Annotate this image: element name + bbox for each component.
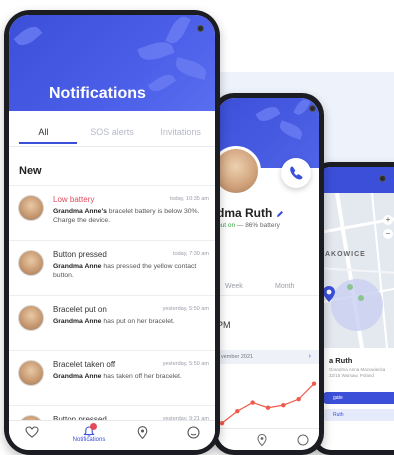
activity-chart bbox=[219, 381, 317, 426]
card-name: a Ruth bbox=[329, 356, 353, 365]
notification-time: yesterday, 5:50 am bbox=[162, 361, 209, 367]
profile-name: dma Ruth bbox=[217, 206, 284, 220]
notification-title: Bracelet put on bbox=[53, 305, 107, 314]
map-screen: AKOWICE + − a Ruth Grandma Anna Mazowiec… bbox=[317, 167, 394, 450]
leaf-decoration-icon bbox=[147, 70, 177, 96]
map-header bbox=[317, 167, 394, 193]
notification-time: yesterday, 5:50 am bbox=[162, 306, 209, 312]
profile-icon bbox=[187, 426, 200, 439]
chart-point bbox=[281, 402, 286, 408]
chart-point bbox=[250, 400, 255, 405]
avatar bbox=[18, 250, 44, 276]
phone-map-screen: AKOWICE + − a Ruth Grandma Anna Mazowiec… bbox=[312, 162, 394, 455]
bottom-nav: Notifications bbox=[9, 420, 215, 450]
map-district-label: AKOWICE bbox=[325, 251, 366, 258]
list-item[interactable]: Button pressed today, 7:30 am Grandma An… bbox=[9, 240, 215, 295]
leaf-decoration-icon bbox=[13, 22, 43, 50]
notification-body: Grandma Anne has put on her bracelet. bbox=[53, 318, 175, 325]
notifications-list: Low battery today, 10:35 am Grandma Anne… bbox=[9, 185, 215, 450]
nav-favorites[interactable] bbox=[25, 426, 39, 440]
chart-point bbox=[235, 408, 240, 414]
location-pin-icon bbox=[137, 426, 148, 440]
tab-month[interactable]: Month bbox=[275, 283, 294, 290]
notification-title: Button pressed bbox=[53, 250, 107, 259]
nav-location[interactable] bbox=[137, 426, 148, 441]
edit-pencil-icon[interactable] bbox=[276, 210, 284, 218]
list-item[interactable]: Bracelet taken off yesterday, 5:50 am Gr… bbox=[9, 350, 215, 405]
contact-button[interactable]: Ruth bbox=[323, 409, 394, 421]
location-pin-icon[interactable] bbox=[323, 286, 335, 302]
avatar bbox=[18, 195, 44, 221]
avatar bbox=[18, 360, 44, 386]
nav-notifications[interactable]: Notifications bbox=[67, 423, 111, 443]
nav-notifications-label: Notifications bbox=[72, 437, 106, 443]
leaf-decoration-icon bbox=[277, 120, 305, 140]
divider bbox=[217, 295, 319, 296]
chevron-right-icon[interactable]: › bbox=[309, 353, 311, 360]
leaf-decoration-icon bbox=[255, 103, 281, 125]
list-item[interactable]: Bracelet put on yesterday, 5:50 am Grand… bbox=[9, 295, 215, 350]
notifications-header: Notifications bbox=[9, 15, 215, 111]
chart-point bbox=[311, 381, 317, 386]
active-tab-indicator bbox=[19, 142, 77, 144]
notification-title: Bracelet taken off bbox=[53, 360, 116, 369]
profile-icon[interactable] bbox=[297, 434, 309, 446]
bottom-nav bbox=[217, 428, 319, 450]
call-button[interactable] bbox=[281, 158, 311, 188]
nav-profile[interactable] bbox=[187, 426, 200, 441]
notification-body: Grandma Anne has taken off her bracelet. bbox=[53, 373, 182, 380]
section-label: New bbox=[19, 165, 42, 177]
zoom-in-icon[interactable]: + bbox=[383, 215, 393, 225]
map-roads-icon bbox=[317, 193, 394, 348]
notification-time: today, 7:30 am bbox=[173, 251, 209, 257]
tab-sos-alerts[interactable]: SOS alerts bbox=[78, 123, 147, 145]
profile-screen: dma Ruth put on — 86% battery Week Month… bbox=[217, 98, 319, 450]
list-item[interactable]: Low battery today, 10:35 am Grandma Anne… bbox=[9, 185, 215, 240]
chart-point bbox=[296, 396, 301, 402]
avatar bbox=[217, 146, 261, 196]
notification-body: Grandma Anne's bracelet battery is below… bbox=[53, 208, 200, 224]
chart-point bbox=[265, 405, 271, 410]
leaf-decoration-icon bbox=[173, 57, 209, 80]
phone-call-icon bbox=[290, 166, 303, 180]
zoom-out-icon[interactable]: − bbox=[383, 229, 393, 239]
notification-body: Grandma Anne has pressed the yellow cont… bbox=[53, 263, 197, 279]
navigate-button[interactable]: gate bbox=[323, 392, 394, 404]
notification-badge bbox=[90, 423, 97, 430]
date-range: vember 2021 › bbox=[217, 350, 319, 364]
notification-time: today, 10:35 am bbox=[169, 196, 209, 202]
divider bbox=[9, 146, 215, 147]
heart-icon bbox=[25, 426, 39, 438]
page-title: Notifications bbox=[49, 85, 146, 102]
leaf-decoration-icon bbox=[165, 15, 191, 47]
avatar bbox=[18, 305, 44, 331]
tab-week[interactable]: Week bbox=[225, 283, 243, 290]
phone-notifications-screen: Notifications All SOS alerts Invitations… bbox=[4, 10, 220, 455]
notifications-screen: Notifications All SOS alerts Invitations… bbox=[9, 15, 215, 450]
bracelet-status: put on — 86% battery bbox=[217, 222, 280, 229]
camera-icon bbox=[309, 105, 316, 112]
bell-wrap bbox=[83, 423, 97, 437]
tab-invitations[interactable]: Invitations bbox=[146, 123, 215, 145]
phone-profile-screen: dma Ruth put on — 86% battery Week Month… bbox=[212, 93, 324, 455]
notification-title: Low battery bbox=[53, 195, 95, 204]
chart-line bbox=[221, 383, 315, 424]
location-card: a Ruth Grandma Anna Mazowiecka 32/15 War… bbox=[317, 348, 394, 448]
battery-text: — 86% battery bbox=[236, 222, 280, 229]
card-address: Grandma Anna Mazowiecka 32/15 Warsaw, Po… bbox=[329, 367, 386, 378]
location-pin-icon[interactable] bbox=[257, 434, 267, 446]
map-view[interactable]: AKOWICE + − bbox=[317, 193, 394, 348]
camera-icon bbox=[197, 25, 204, 32]
camera-icon bbox=[379, 175, 386, 182]
chart-point bbox=[219, 420, 225, 426]
